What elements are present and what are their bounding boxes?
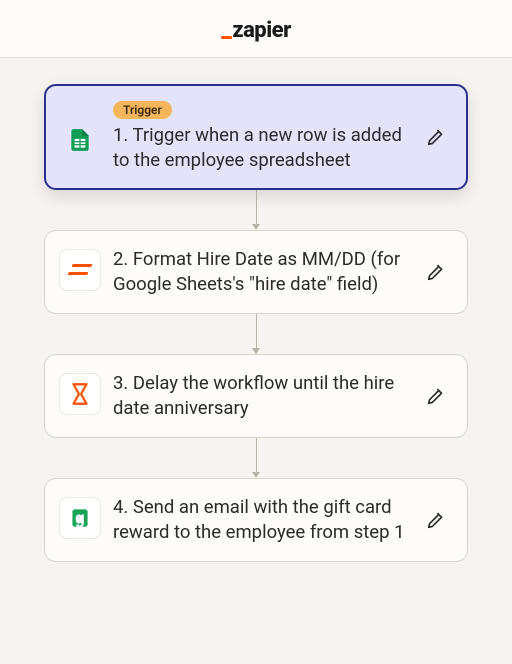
step-title: 1. Trigger when a new row is added to th… [113,123,407,173]
step-body: 4. Send an email with the gift card rewa… [113,495,407,545]
pencil-icon [425,261,447,283]
zapier-logo: _zapier [221,15,291,43]
edit-step-button[interactable] [419,255,453,289]
svg-text:g: g [75,509,85,527]
giftcard-icon: g [59,497,101,539]
step-body: 2. Format Hire Date as MM/DD (for Google… [113,247,407,297]
workflow-step-email[interactable]: g 4. Send an email with the gift card re… [44,478,468,562]
step-connector [256,190,257,230]
step-title: 2. Format Hire Date as MM/DD (for Google… [113,247,407,297]
step-body: Trigger 1. Trigger when a new row is add… [113,101,407,173]
workflow-canvas: Trigger 1. Trigger when a new row is add… [0,58,512,562]
logo-text: zapier [232,18,290,43]
step-body: 3. Delay the workflow until the hire dat… [113,371,407,421]
step-connector [256,314,257,354]
delay-icon [59,373,101,415]
workflow-step-format[interactable]: 2. Format Hire Date as MM/DD (for Google… [44,230,468,314]
workflow-step-trigger[interactable]: Trigger 1. Trigger when a new row is add… [44,84,468,190]
workflow-step-delay[interactable]: 3. Delay the workflow until the hire dat… [44,354,468,438]
step-title: 4. Send an email with the gift card rewa… [113,495,407,545]
step-title: 3. Delay the workflow until the hire dat… [113,371,407,421]
edit-step-button[interactable] [419,120,453,154]
pencil-icon [425,126,447,148]
trigger-badge: Trigger [113,101,172,119]
pencil-icon [425,509,447,531]
edit-step-button[interactable] [419,379,453,413]
google-sheets-icon [59,119,101,161]
app-header: _zapier [0,0,512,58]
pencil-icon [425,385,447,407]
step-connector [256,438,257,478]
edit-step-button[interactable] [419,503,453,537]
formatter-icon [59,249,101,291]
logo-underscore: _ [221,14,231,42]
